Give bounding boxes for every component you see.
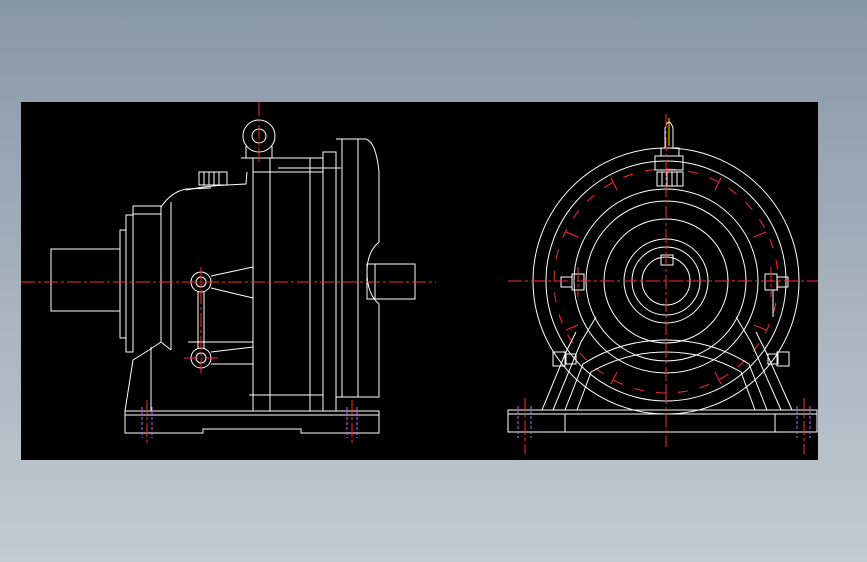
front-top-lug [654, 118, 684, 187]
front-centerlines [508, 114, 818, 454]
front-base-plate [507, 406, 818, 438]
side-centerlines [21, 102, 436, 446]
side-view [21, 102, 436, 446]
front-view [507, 114, 818, 454]
side-base-plate [124, 407, 380, 438]
side-output-cover [336, 138, 416, 398]
side-input-housing [50, 187, 212, 353]
side-oil-cap [185, 171, 248, 191]
cad-drawing-canvas: .w { fill: none; stroke: #ffffff; stroke… [21, 102, 818, 460]
side-pedestal [124, 341, 253, 412]
